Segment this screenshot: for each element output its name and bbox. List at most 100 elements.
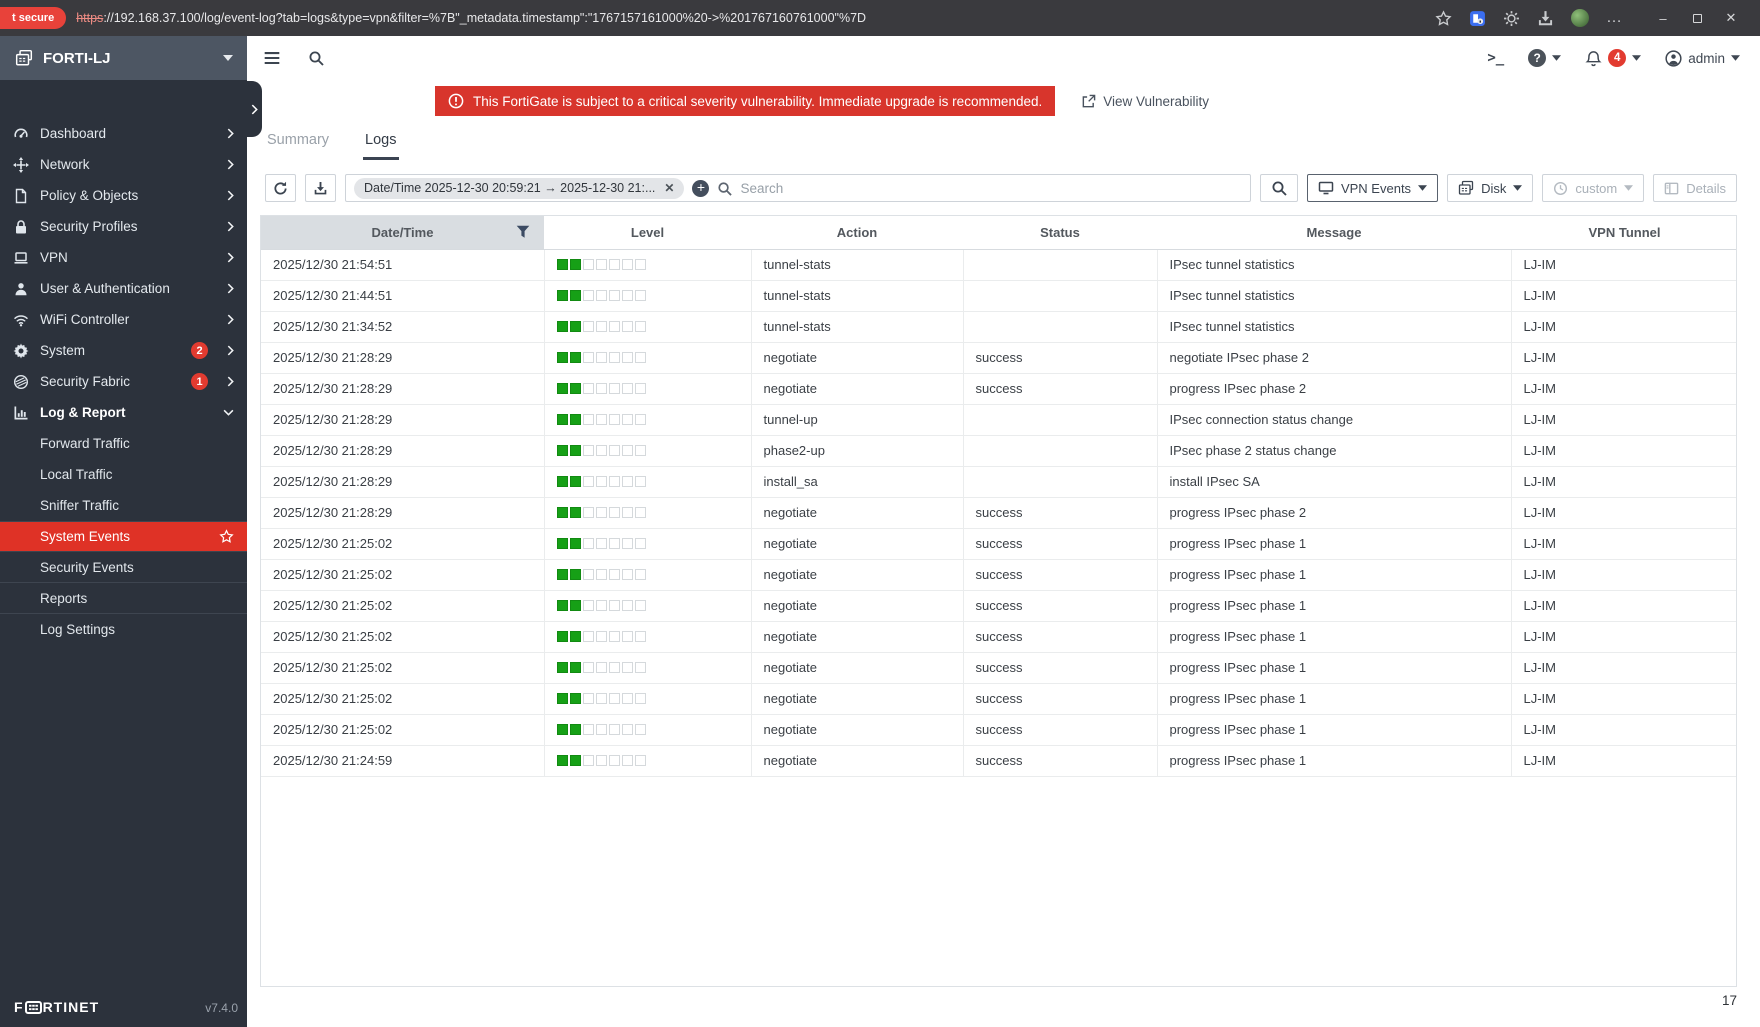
help-menu[interactable]: ?	[1528, 49, 1561, 67]
profile-avatar[interactable]	[1571, 9, 1589, 27]
cell-datetime: 2025/12/30 21:28:29	[261, 342, 544, 373]
datetime-filter-pill[interactable]: Date/Time 2025-12-30 20:59:21 → 2025-12-…	[354, 178, 684, 199]
tab-logs[interactable]: Logs	[363, 128, 398, 160]
column-header-level[interactable]: Level	[544, 216, 751, 249]
level-segment	[557, 290, 568, 301]
level-segment	[570, 290, 581, 301]
column-header-datetime[interactable]: Date/Time	[261, 216, 544, 249]
log-row[interactable]: 2025/12/30 21:28:29negotiatesuccessprogr…	[261, 373, 1737, 404]
log-row[interactable]: 2025/12/30 21:25:02negotiatesuccessprogr…	[261, 714, 1737, 745]
log-type-dropdown[interactable]: VPN Events	[1307, 174, 1438, 202]
level-segment	[596, 693, 607, 704]
sidebar-item-forward-traffic[interactable]: Forward Traffic	[0, 428, 247, 459]
details-button[interactable]: Details	[1653, 174, 1737, 202]
downloads-icon[interactable]	[1537, 10, 1554, 27]
search-submit-button[interactable]	[1260, 174, 1298, 202]
level-segment	[557, 662, 568, 673]
sidebar-item-label: Forward Traffic	[40, 436, 130, 451]
log-row[interactable]: 2025/12/30 21:25:02negotiatesuccessprogr…	[261, 652, 1737, 683]
level-segment	[635, 383, 646, 394]
cell-datetime: 2025/12/30 21:54:51	[261, 249, 544, 280]
alert-count-badge: 1	[191, 373, 208, 390]
sidebar-item-dashboard[interactable]: Dashboard	[0, 118, 247, 149]
cli-console-button[interactable]: >_	[1487, 50, 1504, 66]
bookmark-star-icon[interactable]	[1435, 10, 1452, 27]
admin-menu[interactable]: admin	[1665, 50, 1740, 67]
sidebar-item-system[interactable]: System2	[0, 335, 247, 366]
window-minimize-button[interactable]: –	[1646, 3, 1680, 33]
view-vulnerability-link[interactable]: View Vulnerability	[1081, 94, 1209, 109]
log-row[interactable]: 2025/12/30 21:25:02negotiatesuccessprogr…	[261, 621, 1737, 652]
sidebar-collapse-handle[interactable]	[247, 81, 262, 137]
cell-vpn-tunnel: LJ-IM	[1511, 590, 1737, 621]
device-selector[interactable]: FORTI-LJ	[0, 36, 247, 80]
log-row[interactable]: 2025/12/30 21:54:51tunnel-statsIPsec tun…	[261, 249, 1737, 280]
browser-menu-icon[interactable]: …	[1606, 9, 1622, 27]
menu-toggle-icon[interactable]	[263, 49, 281, 67]
sidebar-item-sniffer-traffic[interactable]: Sniffer Traffic	[0, 490, 247, 521]
log-row[interactable]: 2025/12/30 21:25:02negotiatesuccessprogr…	[261, 559, 1737, 590]
log-row[interactable]: 2025/12/30 21:25:02negotiatesuccessprogr…	[261, 590, 1737, 621]
log-row[interactable]: 2025/12/30 21:28:29negotiatesuccessnegot…	[261, 342, 1737, 373]
alert-icon	[448, 93, 464, 109]
log-row[interactable]: 2025/12/30 21:25:02negotiatesuccessprogr…	[261, 528, 1737, 559]
log-row[interactable]: 2025/12/30 21:28:29tunnel-upIPsec connec…	[261, 404, 1737, 435]
sidebar-item-vpn[interactable]: VPN	[0, 242, 247, 273]
tab-summary[interactable]: Summary	[265, 128, 331, 160]
refresh-button[interactable]	[265, 174, 296, 202]
sidebar-nav: DashboardNetworkPolicy & ObjectsSecurity…	[0, 118, 247, 645]
column-header-status[interactable]: Status	[963, 216, 1157, 249]
log-row[interactable]: 2025/12/30 21:28:29negotiatesuccessprogr…	[261, 497, 1737, 528]
window-close-button[interactable]: ✕	[1714, 3, 1748, 33]
sidebar-item-security-fabric[interactable]: Security Fabric1	[0, 366, 247, 397]
browser-settings-icon[interactable]	[1503, 10, 1520, 27]
cell-action: negotiate	[751, 497, 963, 528]
sidebar-item-security-profiles[interactable]: Security Profiles	[0, 211, 247, 242]
not-secure-badge[interactable]: t secure	[0, 7, 66, 29]
sidebar-item-local-traffic[interactable]: Local Traffic	[0, 459, 247, 490]
sidebar-item-log-report[interactable]: Log & Report	[0, 397, 247, 428]
log-location-dropdown[interactable]: Disk	[1447, 174, 1533, 202]
chevron-right-icon	[227, 190, 234, 201]
url-scheme: https	[76, 11, 103, 25]
level-segment	[622, 290, 633, 301]
password-manager-icon[interactable]	[1469, 10, 1486, 27]
sidebar-item-log-settings[interactable]: Log Settings	[0, 614, 247, 645]
url-bar[interactable]: https://192.168.37.100/log/event-log?tab…	[76, 11, 1421, 25]
sidebar-item-reports[interactable]: Reports	[0, 583, 247, 614]
favorite-star-icon[interactable]	[219, 529, 234, 544]
download-log-button[interactable]	[305, 174, 336, 202]
download-icon	[313, 181, 328, 196]
log-row[interactable]: 2025/12/30 21:28:29phase2-upIPsec phase …	[261, 435, 1737, 466]
level-segment	[622, 755, 633, 766]
sidebar-item-security-events[interactable]: Security Events	[0, 552, 247, 583]
sidebar-item-system-events[interactable]: System Events	[0, 521, 247, 552]
gauge-icon	[13, 126, 29, 142]
sidebar-item-label: System	[40, 343, 85, 358]
laptop-icon	[13, 250, 29, 266]
log-row[interactable]: 2025/12/30 21:25:02negotiatesuccessprogr…	[261, 683, 1737, 714]
time-range-dropdown[interactable]: custom	[1542, 174, 1644, 202]
sidebar-item-wifi-controller[interactable]: WiFi Controller	[0, 304, 247, 335]
log-row[interactable]: 2025/12/30 21:28:29install_sainstall IPs…	[261, 466, 1737, 497]
level-indicator	[557, 662, 739, 673]
column-header-message[interactable]: Message	[1157, 216, 1511, 249]
level-segment	[557, 538, 568, 549]
log-row[interactable]: 2025/12/30 21:24:59negotiatesuccessprogr…	[261, 745, 1737, 776]
level-segment	[622, 321, 633, 332]
column-header-vpn-tunnel[interactable]: VPN Tunnel	[1511, 216, 1737, 249]
level-segment	[570, 538, 581, 549]
notifications-menu[interactable]: 4	[1585, 49, 1641, 67]
remove-filter-icon[interactable]: ✕	[664, 181, 674, 195]
add-filter-icon[interactable]: +	[692, 180, 709, 197]
log-row[interactable]: 2025/12/30 21:44:51tunnel-statsIPsec tun…	[261, 280, 1737, 311]
global-search-icon[interactable]	[308, 50, 324, 66]
column-header-action[interactable]: Action	[751, 216, 963, 249]
sidebar-item-user-authentication[interactable]: User & Authentication	[0, 273, 247, 304]
sidebar-item-network[interactable]: Network	[0, 149, 247, 180]
sidebar-item-policy-objects[interactable]: Policy & Objects	[0, 180, 247, 211]
log-search-input[interactable]: Date/Time 2025-12-30 20:59:21 → 2025-12-…	[345, 174, 1251, 202]
filter-funnel-icon[interactable]	[516, 225, 530, 239]
window-maximize-button[interactable]	[1680, 3, 1714, 33]
log-row[interactable]: 2025/12/30 21:34:52tunnel-statsIPsec tun…	[261, 311, 1737, 342]
